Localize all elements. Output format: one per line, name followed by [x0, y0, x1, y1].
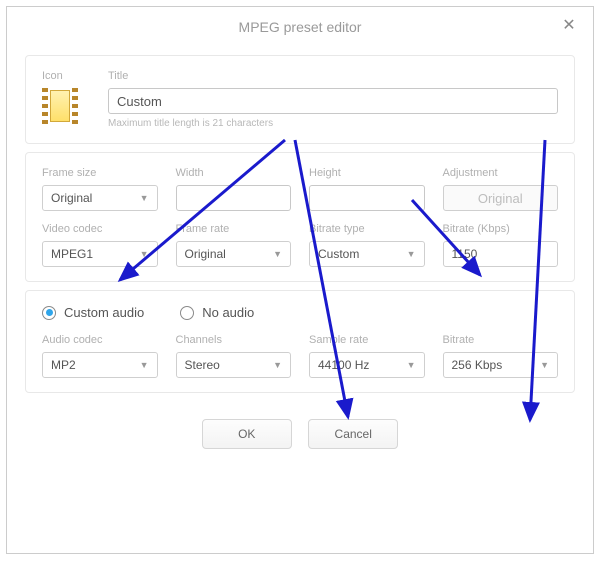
bitrate-type-select[interactable]: Custom ▼ — [309, 241, 425, 267]
chevron-down-icon: ▼ — [407, 360, 416, 370]
title-label: Title — [108, 70, 558, 82]
adjustment-label: Adjustment — [443, 167, 559, 179]
width-label: Width — [176, 167, 292, 179]
chevron-down-icon: ▼ — [273, 360, 282, 370]
audio-bitrate-select[interactable]: 256 Kbps ▼ — [443, 352, 559, 378]
radio-no-audio[interactable]: No audio — [180, 305, 254, 320]
height-input[interactable] — [309, 185, 425, 211]
chevron-down-icon: ▼ — [407, 249, 416, 259]
film-icon[interactable] — [42, 88, 78, 124]
adjustment-box: Original — [443, 185, 559, 211]
bitrate-kbps-input[interactable]: 1150 — [443, 241, 559, 267]
preset-editor-dialog: MPEG preset editor ✕ Icon Title Maximum … — [6, 6, 594, 554]
channels-value: Stereo — [185, 358, 220, 372]
audio-codec-label: Audio codec — [42, 334, 158, 346]
icon-label: Icon — [42, 70, 94, 82]
sample-rate-value: 44100 Hz — [318, 358, 369, 372]
channels-label: Channels — [176, 334, 292, 346]
frame-size-value: Original — [51, 191, 92, 205]
cancel-button[interactable]: Cancel — [308, 419, 398, 449]
video-codec-value: MPEG1 — [51, 247, 93, 261]
chevron-down-icon: ▼ — [273, 249, 282, 259]
dialog-actions: OK Cancel — [7, 419, 593, 449]
radio-custom-audio[interactable]: Custom audio — [42, 305, 144, 320]
frame-rate-label: Frame rate — [176, 223, 292, 235]
close-icon[interactable]: ✕ — [559, 15, 579, 35]
title-hint: Maximum title length is 21 characters — [108, 118, 558, 129]
preset-title-input[interactable] — [108, 88, 558, 114]
frame-rate-value: Original — [185, 247, 226, 261]
channels-select[interactable]: Stereo ▼ — [176, 352, 292, 378]
frame-size-label: Frame size — [42, 167, 158, 179]
chevron-down-icon: ▼ — [140, 360, 149, 370]
titlebar: MPEG preset editor ✕ — [7, 7, 593, 47]
chevron-down-icon: ▼ — [540, 360, 549, 370]
radio-icon — [42, 306, 56, 320]
sample-rate-label: Sample rate — [309, 334, 425, 346]
audio-panel: Custom audio No audio Audio codec MP2 ▼ C… — [25, 290, 575, 393]
audio-bitrate-label: Bitrate — [443, 334, 559, 346]
frame-size-select[interactable]: Original ▼ — [42, 185, 158, 211]
audio-codec-select[interactable]: MP2 ▼ — [42, 352, 158, 378]
width-input[interactable] — [176, 185, 292, 211]
audio-bitrate-value: 256 Kbps — [452, 358, 503, 372]
frame-rate-select[interactable]: Original ▼ — [176, 241, 292, 267]
video-panel: Frame size Original ▼ Width Height Adjust… — [25, 152, 575, 282]
video-codec-select[interactable]: MPEG1 ▼ — [42, 241, 158, 267]
video-codec-label: Video codec — [42, 223, 158, 235]
sample-rate-select[interactable]: 44100 Hz ▼ — [309, 352, 425, 378]
chevron-down-icon: ▼ — [140, 249, 149, 259]
bitrate-type-value: Custom — [318, 247, 359, 261]
chevron-down-icon: ▼ — [140, 193, 149, 203]
bitrate-type-label: Bitrate type — [309, 223, 425, 235]
bitrate-kbps-label: Bitrate (Kbps) — [443, 223, 559, 235]
height-label: Height — [309, 167, 425, 179]
window-title: MPEG preset editor — [239, 19, 362, 35]
icon-title-panel: Icon Title Maximum title length is 21 ch… — [25, 55, 575, 144]
audio-codec-value: MP2 — [51, 358, 76, 372]
radio-icon — [180, 306, 194, 320]
ok-button[interactable]: OK — [202, 419, 292, 449]
